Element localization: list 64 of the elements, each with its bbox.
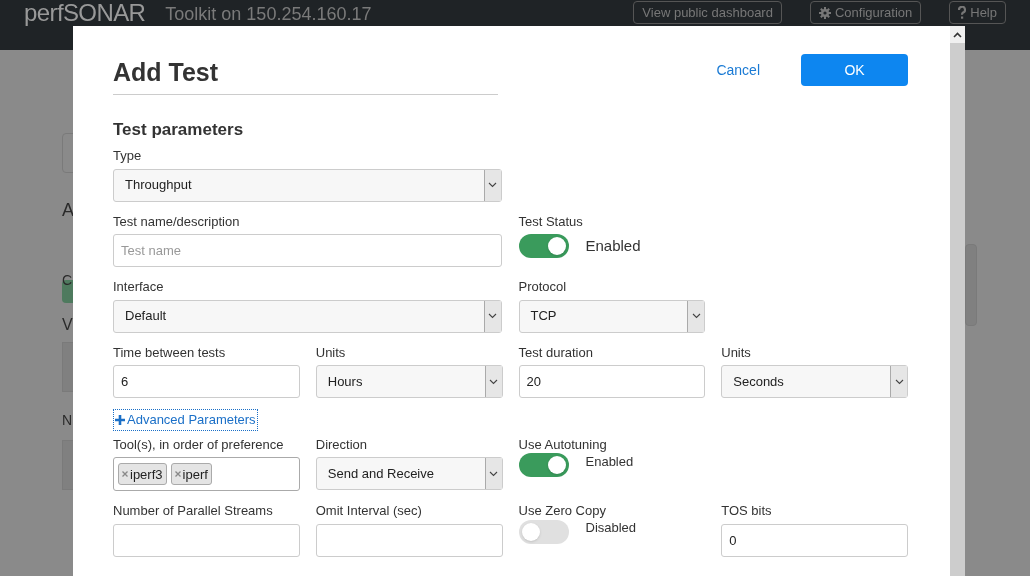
toggle-switch[interactable] [518,234,569,258]
field-label: Use Zero Copy [518,502,607,521]
tag-chip[interactable]: iperf [170,463,212,486]
logo: perfSONAR [24,1,146,25]
scroll-up-icon[interactable] [953,31,962,38]
gear-icon [818,6,831,19]
field-label: Type [113,147,143,165]
page-subtitle: Toolkit on 150.254.160.17 [165,3,372,25]
toggle-state-label: Disabled [585,519,637,537]
toggle-state-label: Enabled [585,235,641,256]
background-text: A [62,199,74,222]
field-label: Interface [113,278,165,296]
field-label: Units [721,343,752,362]
background-text: V [62,315,73,335]
field-label: Time between tests [113,343,227,362]
toggle-switch[interactable] [518,453,569,478]
field-label: Units [315,343,347,362]
chevron-down-icon [488,182,497,188]
field-label: Number of Parallel Streams [113,502,274,521]
dropdown[interactable]: TCP [518,299,706,333]
header-button[interactable]: View public dashboard [633,1,782,24]
background-text: N [62,411,73,430]
chevron-down-icon [489,378,498,385]
advanced-parameters-link[interactable]: Advanced Parameters [113,409,258,431]
chevron-down-icon [489,470,498,477]
dropdown[interactable]: Default [113,299,502,333]
dropdown[interactable]: Send and Receive [315,457,503,491]
chevron-down-icon [894,378,904,385]
tag-input-field[interactable]: iperf3 iperf [113,457,300,492]
remove-icon[interactable] [122,471,128,478]
field-label: Tool(s), in order of preference [113,435,285,454]
remove-icon[interactable] [174,471,181,478]
plus-icon [115,415,125,425]
input-field[interactable]: Test name [113,234,502,267]
input-field[interactable]: 6 [113,365,300,398]
question-icon [958,6,967,19]
field-label: Use Autotuning [518,435,608,454]
field-label: TOS bits [721,502,773,521]
toggle-state-label: Enabled [585,452,634,471]
field-label: Test name/description [113,212,241,231]
field-label: Test Status [518,212,584,231]
toggle-switch[interactable] [518,519,569,544]
chevron-down-icon [691,313,701,319]
input-field[interactable] [315,523,503,557]
dropdown[interactable]: Hours [315,365,503,398]
section-heading: Test parameters [113,118,245,141]
input-field[interactable] [113,523,300,557]
dialog-title: Add Test [113,57,220,88]
field-label: Omit Interval (sec) [315,502,423,521]
field-label: Test duration [518,343,594,362]
input-field[interactable]: 0 [721,523,908,557]
dropdown[interactable]: Throughput [113,168,502,202]
background-text: C [62,271,73,290]
header-button[interactable]: Help [949,1,1006,24]
tag-chip[interactable]: iperf3 [118,463,167,486]
field-label: Direction [315,435,369,454]
chevron-down-icon [488,313,497,319]
dropdown[interactable]: Seconds [721,365,908,398]
input-field[interactable]: 20 [518,365,706,398]
field-label: Protocol [518,278,568,296]
cancel-button[interactable]: Cancel [704,54,772,86]
ok-button[interactable]: OK [801,54,908,86]
scrollbar[interactable] [950,26,965,576]
header-button[interactable]: Configuration [809,1,922,24]
